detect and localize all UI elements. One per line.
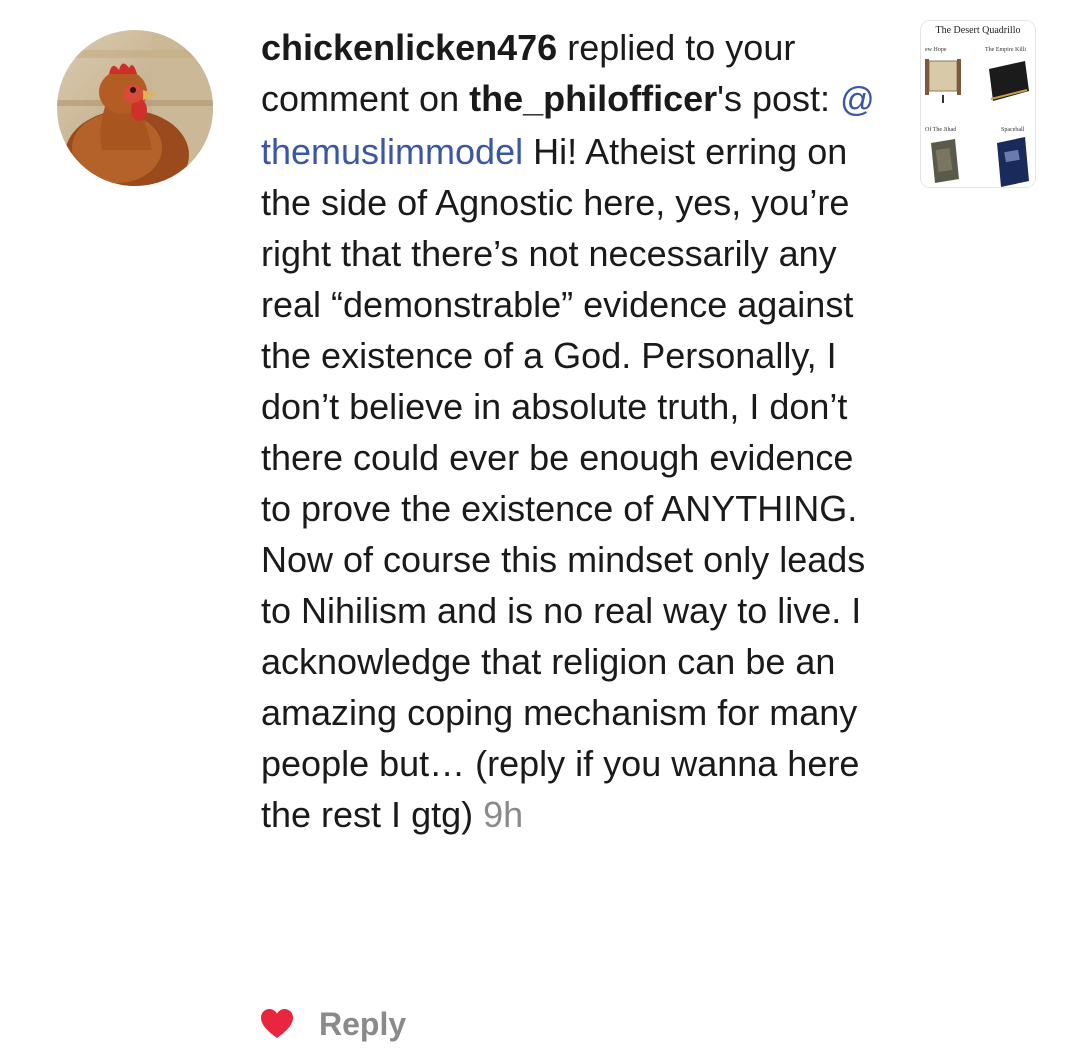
post-author-link[interactable]: the_philofficer bbox=[469, 78, 717, 119]
at-sign-icon: @ bbox=[840, 81, 875, 119]
mention-name: themuslimmodel bbox=[261, 131, 524, 172]
notification-text: chickenlicken476 replied to your comment… bbox=[261, 22, 891, 840]
action-bar: Reply bbox=[260, 1002, 406, 1046]
post-suffix-text: 's post: bbox=[717, 78, 841, 119]
chicken-avatar-image bbox=[57, 30, 213, 186]
thumbnail-label-2: The Empire Killi bbox=[985, 47, 1026, 53]
reply-body: Hi! Atheist erring on the side of Agnost… bbox=[261, 131, 866, 835]
reply-button[interactable]: Reply bbox=[319, 1006, 406, 1043]
thumbnail-label-3: Of The Jihad bbox=[925, 126, 956, 133]
thumbnail-label-4: Spaceball bbox=[1001, 127, 1025, 133]
post-thumbnail[interactable]: The Desert Quadrillo ew Hope The Empire … bbox=[920, 20, 1036, 188]
timestamp: 9h bbox=[483, 794, 524, 835]
post-thumbnail-image: The Desert Quadrillo ew Hope The Empire … bbox=[921, 21, 1035, 187]
username-link[interactable]: chickenlicken476 bbox=[261, 27, 557, 68]
thumbnail-label-1: ew Hope bbox=[925, 47, 947, 53]
avatar[interactable] bbox=[57, 30, 213, 186]
thumbnail-title: The Desert Quadrillo bbox=[936, 25, 1021, 36]
heart-icon[interactable] bbox=[260, 1008, 294, 1040]
